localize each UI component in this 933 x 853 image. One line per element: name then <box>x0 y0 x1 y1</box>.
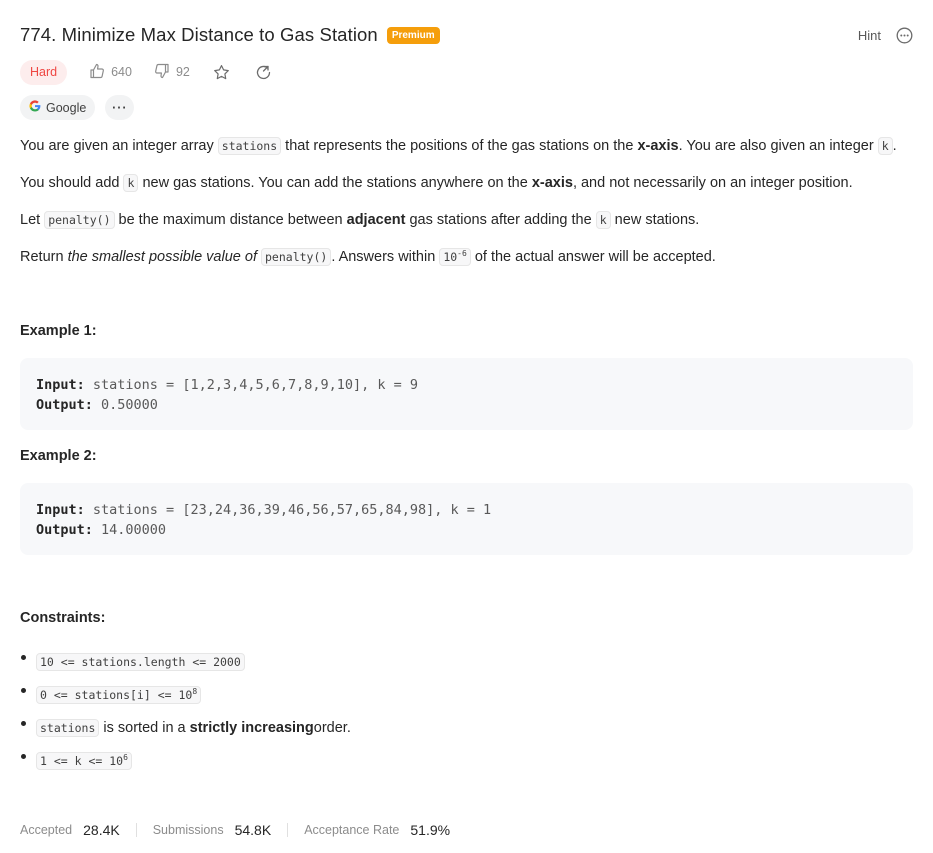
example-output-line: Output: 0.50000 <box>36 397 158 413</box>
description-paragraph: Let penalty() be the maximum distance be… <box>20 211 700 229</box>
constraint-item: 10 <= stations.length <= 2000 <box>20 645 900 678</box>
code-k: k <box>123 174 139 192</box>
title-actions: Hint <box>858 26 913 44</box>
hint-button[interactable]: Hint <box>858 28 881 43</box>
tag-row: Google ··· <box>20 95 135 120</box>
constraint-item: stations is sorted in a strictly increas… <box>20 711 900 744</box>
accepted-label: Accepted <box>20 823 73 837</box>
accepted-value: 28.4K <box>83 822 120 838</box>
code-tolerance: 10-6 <box>439 248 471 266</box>
example-2-title: Example 2: <box>20 448 97 464</box>
difficulty-badge: Hard <box>20 59 68 85</box>
more-options-icon[interactable] <box>895 26 913 44</box>
like-button[interactable]: 640 <box>89 63 132 82</box>
code-penalty: penalty() <box>44 211 115 229</box>
stats-divider <box>135 823 137 837</box>
acceptance-rate-value: 51.9% <box>410 822 451 838</box>
description-paragraph: Return the smallest possible value of pe… <box>20 248 716 266</box>
constraint-item: 1 <= k <= 106 <box>20 744 900 777</box>
star-icon[interactable] <box>212 62 232 82</box>
example-1-box: Input: stations = [1,2,3,4,5,6,7,8,9,10]… <box>20 358 913 430</box>
code-k: k <box>877 137 893 155</box>
company-tag-label: Google <box>46 100 87 115</box>
example-output-line: Output: 14.00000 <box>36 522 167 538</box>
example-2-box: Input: stations = [23,24,36,39,46,56,57,… <box>20 483 913 555</box>
thumbs-down-icon <box>154 63 170 82</box>
meta-row: Hard 640 92 <box>20 59 274 85</box>
like-count: 640 <box>111 65 132 79</box>
description-paragraph: You should add k new gas stations. You c… <box>20 174 853 192</box>
google-icon <box>29 100 41 115</box>
submissions-label: Submissions <box>152 823 224 837</box>
thumbs-up-icon <box>89 63 105 82</box>
code-penalty: penalty() <box>261 248 332 266</box>
share-icon[interactable] <box>254 62 274 82</box>
constraints-title: Constraints: <box>20 610 106 626</box>
premium-badge: Premium <box>386 26 440 44</box>
company-tag-google[interactable]: Google <box>20 95 96 120</box>
constraints-list: 10 <= stations.length <= 2000 0 <= stati… <box>20 645 900 777</box>
problem-title[interactable]: 774. Minimize Max Distance to Gas Statio… <box>20 24 378 46</box>
problem-description: You are given an integer array stations … <box>20 136 920 284</box>
code-stations: stations <box>217 137 282 155</box>
submissions-value: 54.8K <box>234 822 272 838</box>
acceptance-rate-label: Acceptance Rate <box>304 823 400 837</box>
dislike-button[interactable]: 92 <box>154 63 190 82</box>
example-input-line: Input: stations = [1,2,3,4,5,6,7,8,9,10]… <box>36 377 419 393</box>
title-row: 774. Minimize Max Distance to Gas Statio… <box>20 22 913 48</box>
constraint-item: 0 <= stations[i] <= 108 <box>20 678 900 711</box>
code-k: k <box>595 211 611 229</box>
submission-stats: Accepted 28.4K Submissions 54.8K Accepta… <box>20 820 450 840</box>
stats-divider <box>287 823 289 837</box>
more-tags-button[interactable]: ··· <box>105 95 135 120</box>
dislike-count: 92 <box>175 65 190 79</box>
example-1-title: Example 1: <box>20 323 97 339</box>
example-input-line: Input: stations = [23,24,36,39,46,56,57,… <box>36 502 492 518</box>
description-paragraph: You are given an integer array stations … <box>20 137 897 155</box>
